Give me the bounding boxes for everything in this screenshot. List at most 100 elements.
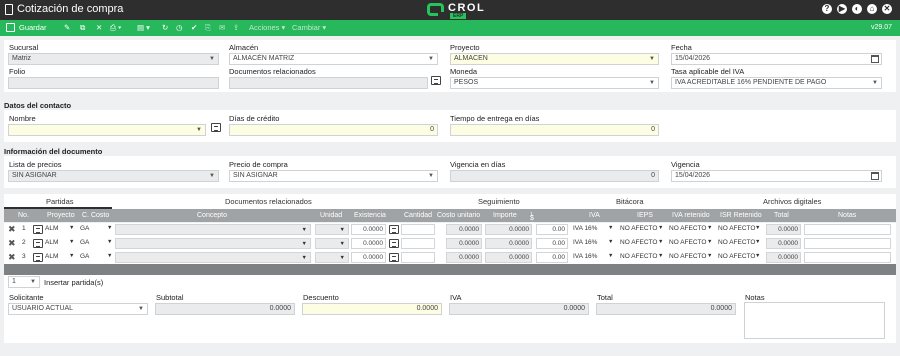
row-ieps[interactable]: NO AFECTO [620, 225, 657, 232]
delete-row-icon[interactable]: ✖ [8, 239, 16, 248]
history-icon[interactable]: ◷ [176, 23, 183, 33]
row-detail-icon[interactable] [33, 225, 43, 234]
tab-documentos[interactable]: Documentos relacionados [225, 197, 312, 206]
save-icon[interactable] [6, 23, 15, 33]
support-icon[interactable]: ◐ [852, 4, 862, 14]
row-iva[interactable]: IVA 16% [573, 239, 597, 246]
chevron-down-icon[interactable]: ▼ [707, 225, 712, 231]
row-cantidad[interactable] [401, 238, 435, 249]
chevron-down-icon[interactable]: ▼ [69, 253, 74, 259]
video-icon[interactable]: ▶ [837, 4, 847, 14]
docs-field[interactable] [229, 77, 428, 89]
row-isr-retenido[interactable]: NO AFECTO [718, 225, 755, 232]
insert-rows-link[interactable]: Insertar partida(s) [44, 278, 103, 287]
send-icon[interactable]: ⇪ [233, 23, 239, 33]
row-ieps[interactable]: NO AFECTO [620, 253, 657, 260]
vigencia-field[interactable]: 15/04/2026 [671, 170, 882, 182]
chevron-down-icon[interactable]: ▼ [69, 225, 74, 231]
chevron-down-icon[interactable]: ▼ [755, 225, 760, 231]
chevron-down-icon[interactable]: ▼ [107, 253, 112, 259]
row-descuento[interactable]: 0.00 [536, 224, 568, 235]
row-costo[interactable]: GA [80, 253, 89, 260]
almacen-select[interactable]: ALMACÉN MATRIZ ▼ [229, 53, 438, 65]
authorize-icon[interactable]: ✔ [191, 23, 197, 33]
delete-row-icon[interactable]: ✖ [8, 225, 16, 234]
chevron-down-icon[interactable]: ▼ [107, 239, 112, 245]
descuento-field[interactable]: 0.0000 [302, 303, 442, 315]
chevron-down-icon[interactable]: ▼ [755, 253, 760, 259]
row-ieps[interactable]: NO AFECTO [620, 239, 657, 246]
proyecto-select[interactable]: ALMACEN ▼ [450, 53, 659, 65]
chevron-down-icon[interactable]: ▼ [658, 239, 663, 245]
chevron-down-icon[interactable]: ▼ [608, 239, 613, 245]
mail-icon[interactable]: ✉ [219, 23, 225, 33]
help-icon[interactable]: ? [822, 4, 832, 14]
stock-icon[interactable] [389, 225, 399, 234]
moneda-select[interactable]: PESOS ▼ [450, 77, 659, 89]
actions-menu[interactable]: Acciones ▾ [249, 23, 285, 33]
row-unidad[interactable]: ▼ [315, 238, 349, 249]
print-icon[interactable]: ⎙ ▾ [110, 23, 121, 33]
home-icon[interactable]: ⌂ [867, 4, 877, 14]
row-iva-retenido[interactable]: NO AFECTO [669, 225, 706, 232]
chevron-down-icon[interactable]: ▼ [707, 253, 712, 259]
chevron-down-icon[interactable]: ▼ [658, 225, 663, 231]
row-proyecto[interactable]: ALM [45, 239, 58, 246]
row-iva[interactable]: IVA 16% [573, 225, 597, 232]
row-notas[interactable] [804, 224, 891, 235]
row-costo-unitario[interactable]: 0.0000 [446, 252, 482, 263]
precio-select[interactable]: SIN ASIGNAR ▼ [229, 170, 438, 182]
tab-partidas[interactable]: Partidas [46, 197, 74, 206]
chevron-down-icon[interactable]: ▼ [608, 253, 613, 259]
chevron-down-icon[interactable]: ▼ [107, 225, 112, 231]
row-iva[interactable]: IVA 16% [573, 253, 597, 260]
notas-textarea[interactable] [744, 302, 885, 339]
row-detail-icon[interactable] [33, 253, 43, 262]
chevron-down-icon[interactable]: ▼ [608, 225, 613, 231]
tiempo-entrega-field[interactable]: 0 [450, 124, 659, 136]
row-notas[interactable] [804, 238, 891, 249]
change-menu[interactable]: Cambiar ▾ [292, 23, 326, 33]
fecha-field[interactable]: 15/04/2026 [671, 53, 882, 65]
tasa-select[interactable]: IVA ACREDITABLE 16% PENDIENTE DE PAGO ▼ [671, 77, 882, 89]
chevron-down-icon[interactable]: ▼ [658, 253, 663, 259]
refresh-icon[interactable]: ↻ [162, 23, 168, 33]
tab-archivos[interactable]: Archivos digitales [763, 197, 821, 206]
export-icon[interactable]: ▤ ▾ [137, 23, 150, 33]
delete-row-icon[interactable]: ✖ [8, 253, 16, 262]
chevron-down-icon[interactable]: ▼ [69, 239, 74, 245]
solicitante-select[interactable]: USUARIO ACTUAL ▼ [8, 303, 148, 315]
row-unidad[interactable]: ▼ [315, 252, 349, 263]
tab-seguimiento[interactable]: Seguimiento [478, 197, 520, 206]
tab-bitacora[interactable]: Bitácora [616, 197, 644, 206]
row-detail-icon[interactable] [33, 239, 43, 248]
row-isr-retenido[interactable]: NO AFECTO [718, 253, 755, 260]
row-unidad[interactable]: ▼ [315, 224, 349, 235]
row-descuento[interactable]: 0.00 [536, 252, 568, 263]
docs-picker-icon[interactable] [431, 76, 441, 85]
row-costo-unitario[interactable]: 0.0000 [446, 224, 482, 235]
sucursal-select[interactable]: Matriz ▼ [8, 53, 219, 65]
folio-field[interactable] [8, 77, 219, 89]
row-cantidad[interactable] [401, 252, 435, 263]
vigencia-dias-field[interactable]: 0 [450, 170, 659, 182]
attach-icon[interactable]: ⎘ [205, 23, 211, 33]
chevron-down-icon[interactable]: ▼ [707, 239, 712, 245]
chevron-down-icon[interactable]: ▼ [755, 239, 760, 245]
row-costo-unitario[interactable]: 0.0000 [446, 238, 482, 249]
row-isr-retenido[interactable]: NO AFECTO [718, 239, 755, 246]
copy-icon[interactable]: ⧉ [80, 23, 85, 33]
calendar-icon[interactable] [871, 172, 879, 180]
row-notas[interactable] [804, 252, 891, 263]
cancel-icon[interactable]: ✕ [96, 23, 102, 33]
lista-select[interactable]: SIN ASIGNAR ▼ [8, 170, 219, 182]
dias-credito-field[interactable]: 0 [229, 124, 438, 136]
stock-icon[interactable] [389, 253, 399, 262]
row-proyecto[interactable]: ALM [45, 225, 58, 232]
row-concepto[interactable]: ▼ [115, 238, 311, 249]
row-count-select[interactable]: 1 ▼ [8, 276, 40, 288]
close-icon[interactable]: ✕ [882, 4, 892, 14]
row-costo[interactable]: GA [80, 225, 89, 232]
edit-icon[interactable]: ✎ [64, 23, 70, 33]
nombre-select[interactable]: ▼ [8, 124, 206, 136]
